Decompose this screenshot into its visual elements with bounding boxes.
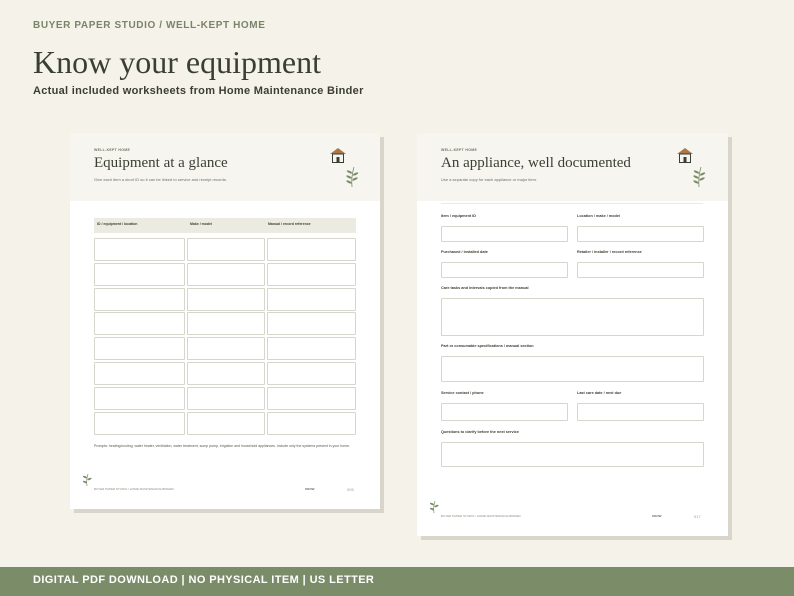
sheet-description: Give each item a short ID so it can be l…	[94, 177, 227, 182]
column-header: Make / model	[190, 222, 212, 226]
purchased-date-field[interactable]	[441, 262, 568, 278]
table-cell[interactable]	[187, 262, 265, 286]
field-label-item-id: Item / equipment ID	[441, 214, 477, 218]
table-cell[interactable]	[187, 337, 265, 361]
sheet-footer-section: KNOW	[652, 514, 662, 518]
worksheet-appliance-documented: WELL-KEPT HOME An appliance, well docume…	[417, 133, 728, 536]
page-number: 017	[694, 514, 701, 519]
footer-bar: DIGITAL PDF DOWNLOAD | NO PHYSICAL ITEM …	[0, 567, 794, 596]
table-cell[interactable]	[187, 238, 265, 261]
table-cell[interactable]	[267, 287, 356, 311]
table-cell[interactable]	[267, 411, 356, 435]
table-cell[interactable]	[267, 238, 356, 261]
table-cell[interactable]	[267, 362, 356, 385]
sheet-kicker: WELL-KEPT HOME	[94, 148, 131, 152]
retailer-reference-field[interactable]	[577, 262, 704, 278]
table-cell[interactable]	[94, 337, 185, 361]
table-cell[interactable]	[94, 312, 185, 336]
sheet-prompt: Prompts: heating/cooling, water heater, …	[94, 444, 351, 448]
table-cell[interactable]	[267, 337, 356, 361]
table-header: ID / equipment / location Make / model M…	[94, 218, 356, 233]
field-label-purchased: Purchased / installed date	[441, 250, 488, 254]
house-icon	[677, 148, 693, 163]
sprig-icon	[346, 166, 359, 188]
table-cell[interactable]	[94, 411, 185, 435]
sprig-icon	[693, 166, 706, 188]
divider	[441, 203, 703, 204]
sheet-title: Equipment at a glance	[94, 155, 228, 171]
field-label-last-care: Last care date / next due	[577, 391, 622, 395]
sheet-description: Use a separate copy for each appliance o…	[441, 177, 538, 182]
column-header: ID / equipment / location	[97, 222, 138, 226]
table-cell[interactable]	[94, 287, 185, 311]
table-cell[interactable]	[187, 386, 265, 410]
footer-product-info: DIGITAL PDF DOWNLOAD | NO PHYSICAL ITEM …	[33, 574, 375, 586]
table-cell[interactable]	[94, 362, 185, 385]
field-label-service: Service contact / phone	[441, 391, 484, 395]
page-subtitle: Actual included worksheets from Home Mai…	[33, 85, 364, 97]
sheet-footer-brand: BUYER PAPER STUDIO / HOME MAINTENANCE BI…	[94, 487, 174, 491]
column-header: Manual / record reference	[268, 222, 311, 226]
sprig-icon	[82, 473, 92, 487]
field-label-parts: Part or consumable specifications / manu…	[441, 344, 534, 348]
field-label-questions: Questions to clarify before the next ser…	[441, 430, 519, 434]
sheet-title: An appliance, well documented	[441, 155, 631, 171]
sprig-icon	[429, 500, 439, 514]
brand-breadcrumb: BUYER PAPER STUDIO / WELL-KEPT HOME	[33, 20, 266, 31]
sheet-kicker: WELL-KEPT HOME	[441, 148, 478, 152]
field-label-care: Care tasks and intervals copied from the…	[441, 286, 529, 290]
care-tasks-field[interactable]	[441, 298, 704, 336]
field-label-retailer: Retailer / installer / record reference	[577, 250, 642, 254]
table-cell[interactable]	[187, 411, 265, 435]
page-title: Know your equipment	[33, 44, 321, 80]
item-id-field[interactable]	[441, 226, 568, 242]
table-cell[interactable]	[94, 238, 185, 261]
table-cell[interactable]	[267, 386, 356, 410]
house-icon	[330, 148, 346, 163]
field-label-location: Location / make / model	[577, 214, 621, 218]
questions-field[interactable]	[441, 442, 704, 467]
service-contact-field[interactable]	[441, 403, 568, 421]
table-cell[interactable]	[94, 262, 185, 286]
table-cell[interactable]	[187, 362, 265, 385]
page-number: 005	[347, 487, 354, 492]
table-cell[interactable]	[267, 312, 356, 336]
location-make-model-field[interactable]	[577, 226, 704, 242]
table-cell[interactable]	[187, 312, 265, 336]
last-care-date-field[interactable]	[577, 403, 704, 421]
table-cell[interactable]	[94, 386, 185, 410]
sheet-footer-section: KNOW	[305, 487, 315, 491]
table-cell[interactable]	[187, 287, 265, 311]
worksheet-equipment-glance: WELL-KEPT HOME Equipment at a glance Giv…	[70, 133, 380, 509]
sheet-footer-brand: BUYER PAPER STUDIO / HOME MAINTENANCE BI…	[441, 514, 521, 518]
parts-specifications-field[interactable]	[441, 356, 704, 382]
table-cell[interactable]	[267, 262, 356, 286]
